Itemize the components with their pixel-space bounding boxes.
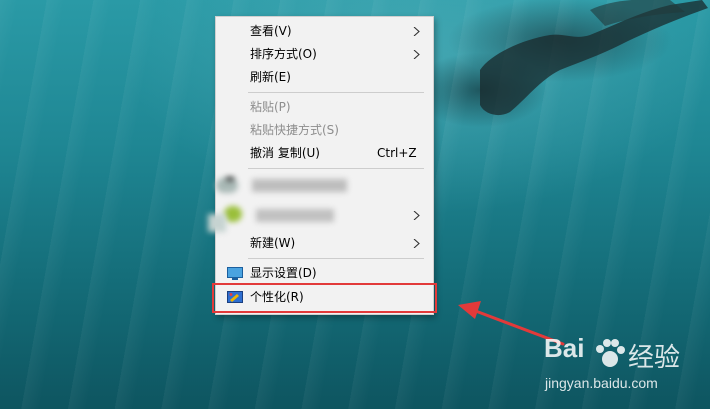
- menu-separator: [248, 168, 424, 169]
- menu-item-paste-shortcut[interactable]: 粘贴快捷方式(S): [216, 119, 433, 142]
- watermark-brand: Bai: [544, 333, 585, 363]
- menu-item-undo-copy[interactable]: 撤消 复制(U) Ctrl+Z: [216, 142, 433, 165]
- menu-item-label: 粘贴快捷方式(S): [250, 123, 339, 137]
- blurred-icon-detail: [226, 177, 234, 181]
- menu-separator: [248, 258, 424, 259]
- menu-item-view[interactable]: 查看(V): [216, 20, 433, 43]
- watermark-url: jingyan.baidu.com: [545, 375, 658, 391]
- watermark-jingyan: 经验: [628, 343, 681, 373]
- display-settings-icon: [227, 267, 243, 280]
- chevron-right-icon: [413, 239, 420, 248]
- menu-item-refresh[interactable]: 刷新(E): [216, 66, 433, 89]
- menu-item-new[interactable]: 新建(W): [216, 232, 433, 255]
- menu-item-blurred-1[interactable]: [216, 174, 433, 197]
- blurred-app-icon: [224, 206, 242, 222]
- blurred-menu-text: [252, 179, 347, 192]
- menu-item-label: 撤消 复制(U): [250, 146, 320, 160]
- chevron-right-icon: [413, 50, 420, 59]
- menu-item-shortcut: Ctrl+Z: [377, 146, 417, 160]
- menu-item-label: 刷新(E): [250, 70, 291, 84]
- menu-item-label: 新建(W): [250, 236, 296, 250]
- context-menu: 查看(V) 排序方式(O) 刷新(E) 粘贴(P) 粘贴快捷方式(S) 撤消 复…: [208, 16, 434, 315]
- menu-item-label: 排序方式(O): [250, 47, 317, 61]
- menu-item-label: 显示设置(D): [250, 266, 317, 280]
- chevron-right-icon: [413, 211, 420, 220]
- menu-item-sort-by[interactable]: 排序方式(O): [216, 43, 433, 66]
- menu-separator: [248, 92, 424, 93]
- diver-silhouette: [480, 0, 708, 116]
- paw-logo-icon: [596, 339, 625, 367]
- menu-item-label: 粘贴(P): [250, 100, 291, 114]
- menu-item-paste[interactable]: 粘贴(P): [216, 96, 433, 119]
- blurred-menu-text: [256, 209, 334, 222]
- menu-item-blurred-2[interactable]: [208, 204, 433, 232]
- menu-item-display-settings[interactable]: 显示设置(D): [216, 262, 433, 285]
- blurred-icon-detail: [208, 214, 226, 232]
- highlight-box: [212, 283, 437, 313]
- watermark: Bai 经验 jingyan.baidu.com: [540, 333, 710, 409]
- chevron-right-icon: [413, 27, 420, 36]
- menu-item-label: 查看(V): [250, 24, 292, 38]
